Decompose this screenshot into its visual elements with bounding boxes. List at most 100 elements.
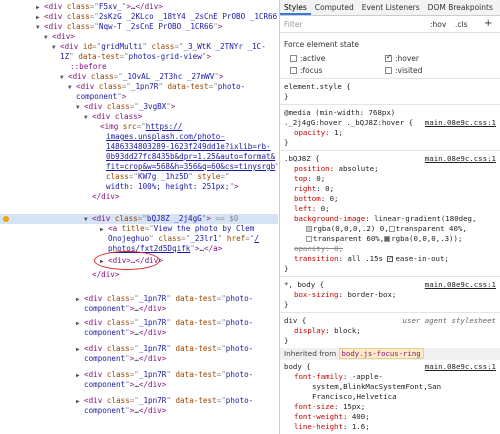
dom-node-cont: class="KW7g _1hz5D" style="	[106, 172, 230, 181]
css-declaration[interactable]: box-sizing: border-box;	[284, 290, 496, 300]
css-declaration[interactable]: left: 0;	[284, 204, 496, 214]
checkbox-icon[interactable]	[385, 67, 392, 74]
divider	[280, 312, 500, 313]
css-declaration[interactable]: line-height: 1.6;	[284, 422, 496, 432]
css-value-cont: transparent 60%, rgba(0,0,0,.3));	[284, 234, 496, 244]
dom-node[interactable]: ▶ <div class="_1pn7R" data-test="photo-	[0, 318, 278, 328]
rule-close: }	[284, 92, 289, 101]
dom-node-cont: 1Z" data-test="photos-grid-view">	[60, 52, 211, 61]
dom-node[interactable]: ▶ <div class="_1pn7R" data-test="photo-	[0, 396, 278, 406]
filter-bar: Filter :hov .cls +	[280, 16, 500, 33]
checkbox-icon[interactable]	[290, 67, 297, 74]
checkbox-checked-icon[interactable]	[385, 53, 392, 62]
dom-node[interactable]: ▶ <div class="2sKzG _2KLco _18tY4 _2sCnE …	[0, 12, 278, 22]
dom-node-cont: width: 100%; height: 251px;">	[106, 182, 239, 191]
source-link[interactable]: main.08e9c.css:1	[425, 118, 496, 127]
overridden-declaration[interactable]: opacity: 0;	[284, 244, 496, 254]
source-link[interactable]: main.08e9c.css:1	[425, 362, 496, 371]
source-link[interactable]: main.08e9c.css:1	[425, 154, 496, 163]
tab-dom-breakpoints[interactable]: DOM Breakpoints	[424, 0, 497, 15]
css-value-cont: system,BlinkMacSystemFont,San	[312, 382, 442, 391]
source-link[interactable]: main.08e9c.css:1	[425, 280, 496, 289]
styles-tabbar: Styles Computed Event Listeners DOM Brea…	[280, 0, 500, 16]
tab-event-listeners[interactable]: Event Listeners	[358, 0, 424, 15]
rule-close: }	[284, 264, 289, 273]
inherited-header: Inherited from body.js-focus-ring	[280, 348, 500, 360]
inherited-node-link[interactable]: body.js-focus-ring	[338, 348, 424, 359]
dom-node[interactable]: ▼ <div>	[0, 32, 278, 42]
color-swatch-icon[interactable]	[384, 236, 391, 242]
new-rule-button[interactable]: +	[484, 18, 492, 29]
dom-node-img[interactable]: <img src="https://	[0, 122, 278, 132]
dom-node[interactable]: ▶ <div class="_1pn7R" data-test="photo-	[0, 344, 278, 354]
cls-toggle[interactable]: .cls	[455, 20, 468, 29]
dom-node[interactable]: ▼ <div class="_1pn7R" data-test="photo-	[0, 82, 278, 92]
hov-toggle[interactable]: :hov	[430, 20, 446, 29]
pseudo-before[interactable]: ::before	[0, 62, 278, 72]
filter-input[interactable]: Filter	[284, 20, 303, 29]
dom-node-cont: component">…</div>	[84, 304, 167, 313]
elements-panel: ▶ <div class="F5xv_">…</div> ▶ <div class=…	[0, 0, 278, 434]
ua-stylesheet-label: user agent stylesheet	[402, 316, 496, 325]
dom-node[interactable]: ▼ <div class>	[0, 112, 278, 122]
dom-node-a[interactable]: ▶ <a title="View the photo by Clem	[0, 224, 278, 234]
divider	[280, 104, 500, 105]
css-declaration[interactable]: position: absolute;	[284, 164, 496, 174]
dom-node-close: </div>	[92, 192, 120, 201]
state-active-checkbox[interactable]: :active	[290, 54, 325, 63]
tab-styles[interactable]: Styles	[280, 0, 311, 15]
dom-node-cont: component">…</div>	[84, 328, 167, 337]
dom-node-cont: component">…</div>	[84, 406, 167, 415]
css-declaration[interactable]: background-image: linear-gradient(180deg…	[284, 214, 496, 224]
easing-checkbox-icon[interactable]	[387, 254, 394, 264]
css-declaration[interactable]: font-weight: 400;	[284, 412, 496, 422]
img-src-link[interactable]: 0b93dd27fc8435b&dpr=1.25&auto=format&	[0, 152, 278, 162]
force-state-title: Force element state	[284, 40, 359, 49]
dom-node[interactable]: ▼ <div class="_3vgBX">	[0, 102, 278, 112]
img-src-link[interactable]: images.unsplash.com/photo-	[0, 132, 278, 142]
dom-node-cont: component">	[76, 92, 127, 101]
dom-node[interactable]: ▼ <div id="gridMulti" class="_3_WtK _2TNY…	[0, 42, 278, 52]
css-declaration[interactable]: font-family: -apple-	[284, 372, 496, 382]
styles-pane: Styles Computed Event Listeners DOM Brea…	[279, 0, 500, 434]
divider	[280, 150, 500, 151]
img-src-link[interactable]: fit=crop&w=568&h=356&q=60&cs=tinysrgb"	[0, 162, 278, 172]
state-visited-checkbox[interactable]: :visited	[385, 66, 422, 75]
dom-node[interactable]: ▶ <div class="_1pn7R" data-test="photo-	[0, 294, 278, 304]
dom-node-cont: component">…</div>	[84, 380, 167, 389]
css-declaration[interactable]: right: 0;	[284, 184, 496, 194]
element-style-rule[interactable]: element.style {	[284, 82, 496, 92]
css-declaration[interactable]: bottom: 0;	[284, 194, 496, 204]
rule-close: }	[284, 336, 289, 345]
dom-node-close: </div>	[92, 270, 120, 279]
tab-computed[interactable]: Computed	[311, 0, 358, 15]
dom-node[interactable]: ▼ <div class="_1OvAL _2T3hc _27mWV">	[0, 72, 278, 82]
checkbox-icon[interactable]	[290, 55, 297, 62]
img-src-link[interactable]: 1486334803289-1623f249dd1e?ixlib=rb-	[0, 142, 278, 152]
state-hover-checkbox[interactable]: :hover	[385, 53, 419, 63]
rule-close: }	[284, 138, 289, 147]
color-swatch-icon[interactable]	[306, 226, 312, 232]
css-value-cont: rgba(0,0,0,.2) 0, transparent 40%,	[284, 224, 496, 234]
media-query: @media (min-width: 768px)	[284, 108, 396, 117]
dom-node[interactable]: ▶ <div class="F5xv_">…</div>	[0, 2, 278, 12]
color-swatch-icon[interactable]	[306, 236, 312, 242]
breakpoint-dot-icon	[3, 216, 9, 222]
css-declaration[interactable]: top: 0;	[284, 174, 496, 184]
css-declaration[interactable]: transition: all .15s ease-in-out;	[284, 254, 496, 264]
dom-node[interactable]: ▶ <div class="_1pn7R" data-test="photo-	[0, 370, 278, 380]
selected-dom-node[interactable]: ▼ <div class="bQJ8Z _2j4gG"> == $0	[0, 214, 278, 224]
state-focus-checkbox[interactable]: :focus	[290, 66, 323, 75]
css-declaration[interactable]: opacity: 1;	[284, 128, 496, 138]
color-swatch-icon[interactable]	[388, 226, 395, 232]
dom-node-cont: Onojeghuo" class="_23lr1" href="/	[108, 234, 259, 243]
annotation-oval	[94, 251, 160, 270]
css-declaration[interactable]: display: block;	[284, 326, 496, 336]
css-declaration[interactable]: font-size: 15px;	[284, 402, 496, 412]
dom-node[interactable]: ▼ <div class="Nqw-T _2sCnE PrOBO _1CR66">	[0, 22, 278, 32]
dom-node-cont: component">…</div>	[84, 354, 167, 363]
divider	[280, 78, 500, 79]
rule-close: }	[284, 300, 289, 309]
divider	[280, 276, 500, 277]
css-value-cont: Francisco,Helvetica	[312, 392, 397, 401]
